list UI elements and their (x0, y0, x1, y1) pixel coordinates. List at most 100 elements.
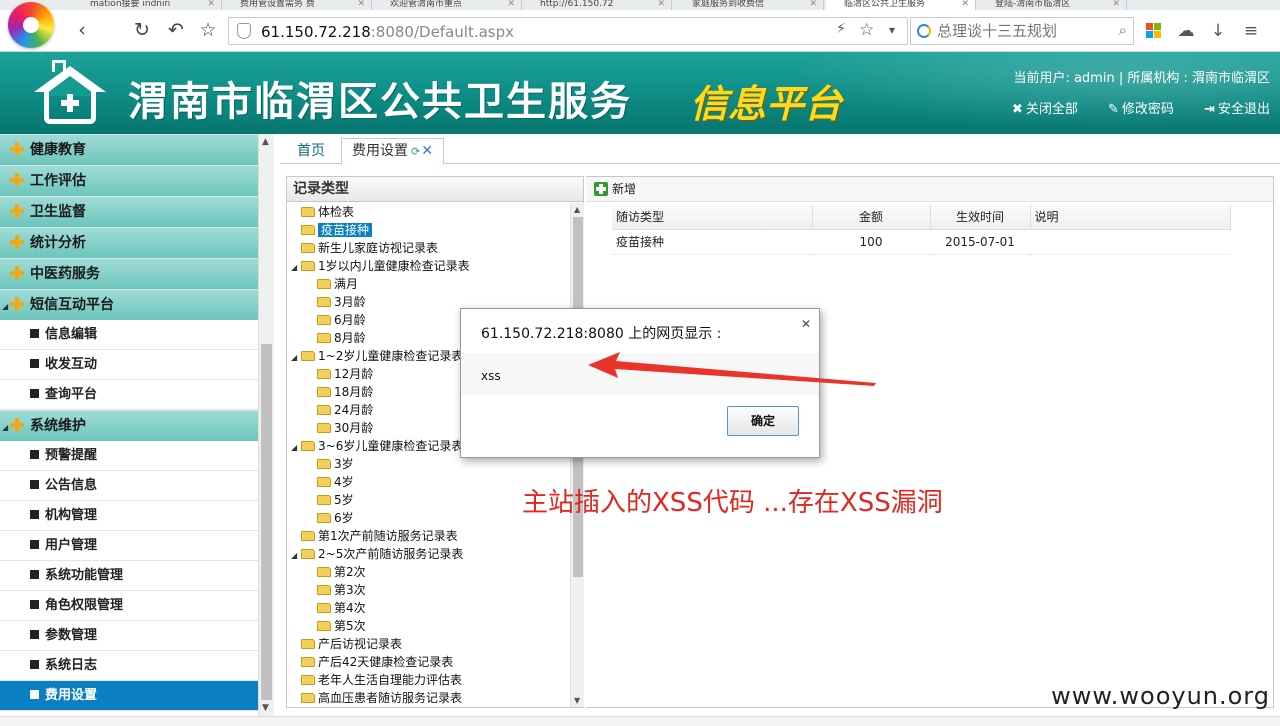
close-tab-icon[interactable]: ✕ (507, 0, 515, 9)
change-password-button[interactable]: ✎ 修改密码 (1108, 102, 1174, 117)
browser-tab[interactable]: 欢迎管渭南市重点 ✕ (372, 0, 522, 10)
sidebar-group[interactable]: 中医药服务 (0, 258, 258, 289)
back-icon[interactable]: ‹ (70, 18, 94, 42)
tree-node[interactable]: 产后42天健康检查记录表 (287, 653, 570, 671)
tree-node-label: 产后42天健康检查记录表 (318, 655, 454, 669)
column-header[interactable]: 说明 (1030, 205, 1231, 230)
tree-node[interactable]: 第2次 (287, 563, 570, 581)
tree-node[interactable]: 第1次产前随访服务记录表 (287, 527, 570, 545)
sidebar-group[interactable]: ◢ 系统维护 (0, 410, 258, 441)
close-tab-icon[interactable]: ✕ (1112, 0, 1120, 9)
close-all-button[interactable]: ✖ 关闭全部 (1012, 102, 1078, 117)
sidebar-item[interactable]: 角色权限管理 (0, 591, 258, 621)
sidebar-item[interactable]: 用户管理 (0, 531, 258, 561)
scroll-up-icon[interactable]: ▲ (574, 205, 580, 214)
download-icon[interactable]: ↓ (1207, 20, 1229, 42)
bullet-icon (30, 660, 39, 669)
table-row[interactable]: 疫苗接种 100 2015-07-01 (612, 229, 1230, 255)
sidebar-group[interactable]: 工作评估 (0, 165, 258, 196)
sidebar-item[interactable]: 系统功能管理 (0, 561, 258, 591)
sidebar-scrollbar[interactable]: ▲ ▼ (258, 134, 274, 716)
close-icon[interactable]: ✕ (801, 317, 811, 331)
tree-node[interactable]: 第5次 (287, 617, 570, 635)
tree-node[interactable]: 疫苗接种 (287, 221, 570, 239)
search-icon[interactable]: ⌕ (1119, 21, 1127, 39)
ok-button[interactable]: 确定 (727, 406, 799, 436)
browser-tab[interactable]: mation接要 indnin ✕ (72, 0, 222, 10)
address-bar[interactable]: 61.150.72.218:8080/Default.aspx ⚡ ☆ ▾ (228, 17, 908, 45)
sidebar-group[interactable]: ◢ 短信互动平台 (0, 289, 258, 320)
browser-tab[interactable]: 家庭服务到收费信 ✕ (674, 0, 824, 10)
home-star-icon[interactable]: ☆ (196, 18, 220, 42)
browser-tab[interactable]: 费用管设置需务 费 ✕ (222, 0, 372, 10)
search-engine-icon[interactable] (917, 24, 931, 38)
add-button[interactable]: 新增 (594, 182, 636, 196)
apps-grid-icon[interactable] (1146, 23, 1162, 39)
tree-node[interactable]: ◢ 1岁以内儿童健康检查记录表 (287, 257, 570, 275)
close-tab-icon[interactable]: ✕ (207, 0, 215, 9)
logout-button[interactable]: ⇥ 安全退出 (1204, 102, 1270, 117)
close-tab-icon[interactable]: ✕ (657, 0, 665, 9)
sidebar-group[interactable]: 卫生监督 (0, 196, 258, 227)
sidebar-group[interactable]: 健康教育 (0, 134, 258, 165)
sidebar-group-label: 工作评估 (30, 173, 86, 189)
browser-tab[interactable]: http://61.150.72 ✕ (522, 0, 672, 10)
column-header[interactable]: 生效时间 (930, 205, 1031, 230)
browser-tab[interactable]: 临渭区公共卫生服务 ✕ (826, 0, 976, 10)
tree-node[interactable]: 老年人生活自理能力评估表 (287, 671, 570, 689)
sidebar-item[interactable]: 系统日志 (0, 651, 258, 681)
sidebar-scroll-thumb[interactable] (261, 344, 272, 700)
folder-icon (301, 531, 315, 541)
tree-node-label: 3月龄 (334, 295, 366, 309)
speed-mode-icon[interactable]: ⚡ (836, 21, 846, 37)
column-header[interactable]: 金额 (812, 205, 931, 230)
sidebar-item[interactable]: 信息编辑 (0, 320, 258, 350)
column-header[interactable]: 随访类型 (612, 205, 813, 230)
fee-grid: 随访类型 金额 生效时间 说明 疫苗接种 100 2015-07-01 (612, 205, 1231, 255)
address-dropdown-icon[interactable]: ▾ (889, 23, 895, 37)
tab-fee-settings[interactable]: 费用设置 ⟳✕ (341, 138, 444, 165)
sidebar-group[interactable]: 统计分析 (0, 227, 258, 258)
search-input[interactable] (937, 22, 1107, 40)
tree-node-label: 4岁 (334, 475, 354, 489)
sidebar-item[interactable]: 机构管理 (0, 501, 258, 531)
tree-node[interactable]: 满月 (287, 275, 570, 293)
reload-icon[interactable]: ↻ (130, 18, 154, 42)
browser-logo-icon[interactable] (8, 2, 54, 48)
tab-home[interactable]: 首页 (286, 138, 336, 165)
tree-node-label: 体检表 (318, 205, 355, 219)
logout-icon: ⇥ (1204, 102, 1215, 117)
tree-node[interactable]: 第3次 (287, 581, 570, 599)
menu-icon[interactable]: ≡ (1240, 20, 1262, 42)
scroll-down-icon[interactable]: ▼ (574, 696, 580, 705)
sidebar-item[interactable]: 预警提醒 (0, 441, 258, 471)
scroll-up-icon[interactable]: ▲ (262, 137, 269, 147)
sidebar-item[interactable]: 参数管理 (0, 621, 258, 651)
sidebar-item[interactable]: 收发互动 (0, 350, 258, 380)
sidebar-item[interactable]: 查询平台 (0, 380, 258, 410)
tree-node[interactable]: 新生儿家庭访视记录表 (287, 239, 570, 257)
sidebar-item[interactable]: 费用设置 (0, 681, 258, 711)
edit-icon: ✎ (1108, 102, 1119, 117)
undo-icon[interactable]: ↶ (164, 18, 188, 42)
tree-node[interactable]: 高血压患者随访服务记录表 (287, 689, 570, 707)
folder-icon (317, 459, 331, 469)
browser-tab[interactable]: 登陆-渭南市临渭区 ✕ (977, 0, 1127, 10)
close-tab-icon[interactable]: ✕ (357, 0, 365, 9)
address-url[interactable]: 61.150.72.218:8080/Default.aspx (261, 23, 514, 41)
search-box[interactable]: ⌕ (910, 17, 1134, 45)
bullet-icon (30, 600, 39, 609)
tree-node[interactable]: 体检表 (287, 203, 570, 221)
cloud-icon[interactable]: ☁ (1175, 20, 1197, 42)
bookmark-star-icon[interactable]: ☆ (859, 20, 874, 40)
sidebar-item[interactable]: 公告信息 (0, 471, 258, 501)
close-tab-icon[interactable]: ✕ (961, 0, 969, 9)
tree-node[interactable]: 第4次 (287, 599, 570, 617)
close-tab-icon[interactable]: ✕ (809, 0, 817, 9)
tree-node[interactable]: 产后访视记录表 (287, 635, 570, 653)
scroll-down-icon[interactable]: ▼ (262, 703, 269, 713)
refresh-tab-icon[interactable]: ⟳ (411, 145, 420, 158)
close-tab-icon[interactable]: ✕ (421, 143, 433, 159)
sidebar-item-label: 系统功能管理 (45, 568, 124, 583)
tree-node[interactable]: ◢ 2~5次产前随访服务记录表 (287, 545, 570, 563)
